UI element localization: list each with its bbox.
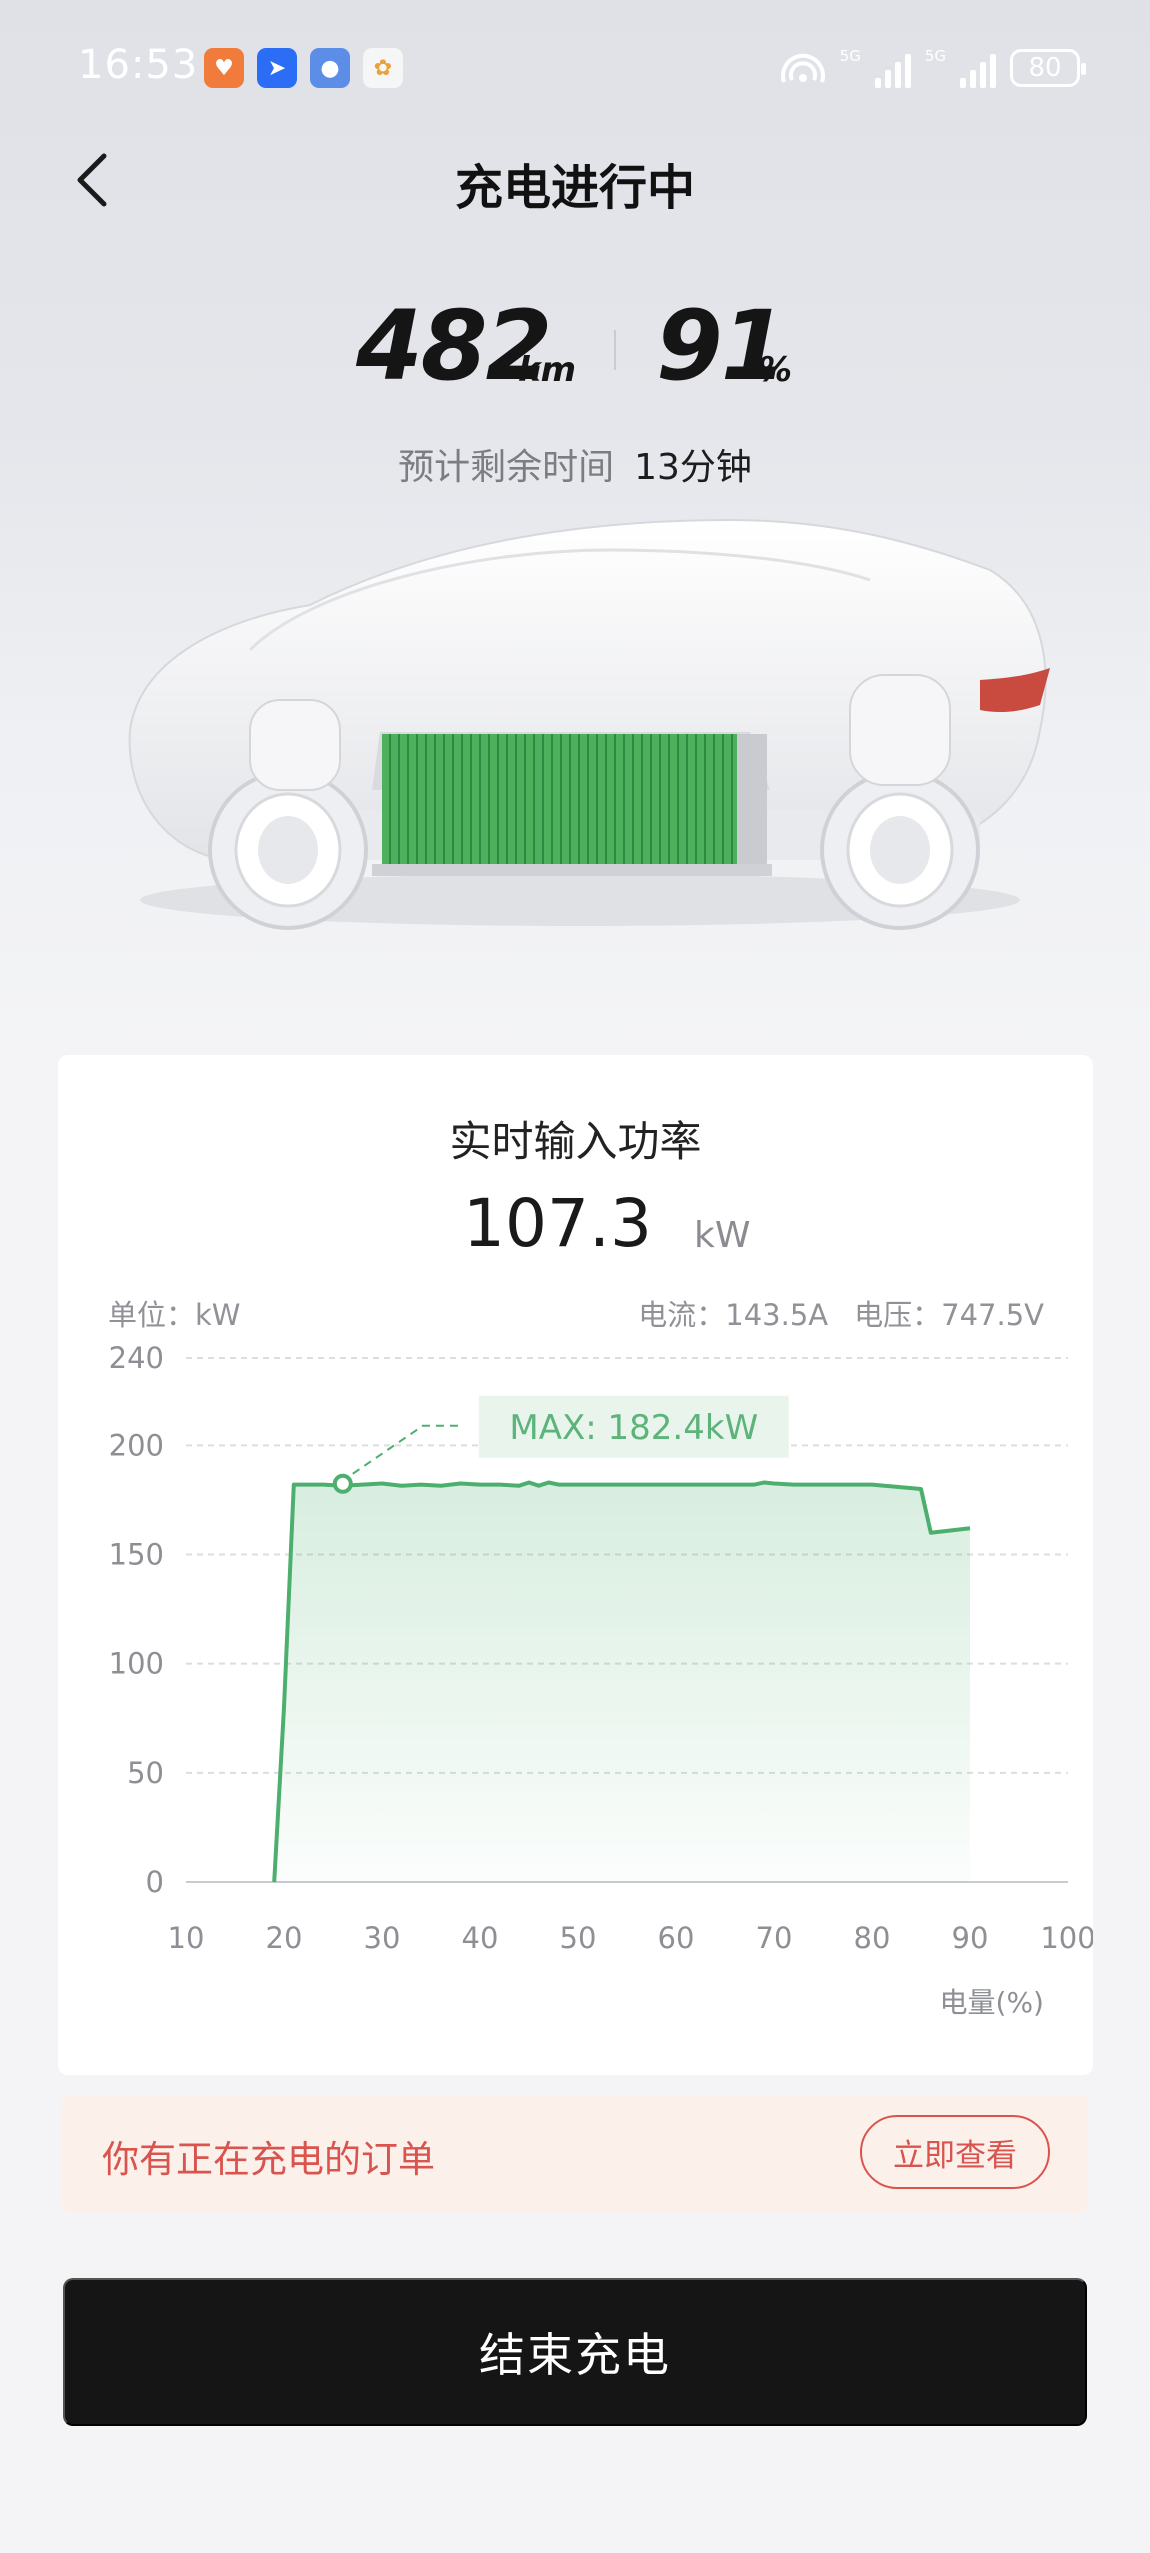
stats-divider [614,330,616,370]
x-tick-label: 30 [364,1921,401,1955]
power-curve-chart: 0 50 100 150 200 240 10 20 30 40 50 60 70 80 90 100 MA… [109,1341,1093,2019]
car-battery-illustration [128,518,1050,930]
x-axis-label: 电量(%) [940,1986,1044,2019]
y-tick-label: 150 [109,1538,164,1572]
network-label-1: 5G [839,47,861,65]
x-tick-label: 60 [658,1921,695,1955]
x-tick-label: 10 [168,1921,205,1955]
y-tick-label: 50 [127,1756,164,1790]
eta-value: 13分钟 [634,447,752,488]
x-tick-label: 50 [560,1921,597,1955]
y-tick-label: 100 [109,1647,164,1681]
power-readout: 107.3 kW [58,1185,1093,1265]
max-point-marker [332,1473,353,1494]
heart-app-icon: ♥ [204,48,244,88]
status-time: 16:53 [78,42,199,88]
x-tick-label: 40 [462,1921,499,1955]
power-value: 107.3 [463,1185,652,1262]
x-tick-label: 20 [266,1921,303,1955]
end-charging-button[interactable]: 结束充电 [63,2278,1087,2426]
x-tick-label: 90 [952,1921,989,1955]
order-banner-text: 你有正在充电的订单 [102,2138,435,2181]
signal-icon-2 [960,48,996,88]
battery-icon: 80 [1010,49,1086,87]
range-unit: km [518,350,577,390]
page-title: 充电进行中 [454,160,695,216]
chart-card-title: 实时输入功率 [449,1117,702,1166]
power-unit: kW [694,1215,751,1256]
power-area [274,1482,970,1882]
view-order-button[interactable]: 立即查看 [860,2115,1050,2189]
eta-label: 预计剩余时间 [398,447,615,488]
max-leader-line [352,1424,459,1475]
eta-row: 预计剩余时间 13分钟 [0,438,1150,490]
network-label-2: 5G [924,47,946,65]
x-tick-label: 70 [756,1921,793,1955]
soc-unit: % [758,350,793,390]
planet-app-icon: ● [310,48,350,88]
pinwheel-app-icon: ✿ [363,48,403,88]
order-banner: 你有正在充电的订单 立即查看 [62,2095,1088,2213]
charging-stats: 482 km 91 % [0,290,1150,420]
max-label: MAX: 182.4kW [509,1408,758,1448]
signal-icon [874,48,911,88]
hotspot-icon [780,53,825,83]
y-tick-label: 200 [109,1428,164,1462]
x-tick-label: 100 [1040,1921,1093,1955]
arrow-app-icon: ➤ [257,48,297,88]
status-bar: 16:53 ♥ ➤ ● ✿ 5G 5G 80 [0,0,1150,140]
battery-level: 80 [1028,53,1062,83]
y-tick-label: 0 [146,1865,164,1899]
y-tick-label: 240 [109,1341,164,1375]
x-tick-label: 80 [854,1921,891,1955]
